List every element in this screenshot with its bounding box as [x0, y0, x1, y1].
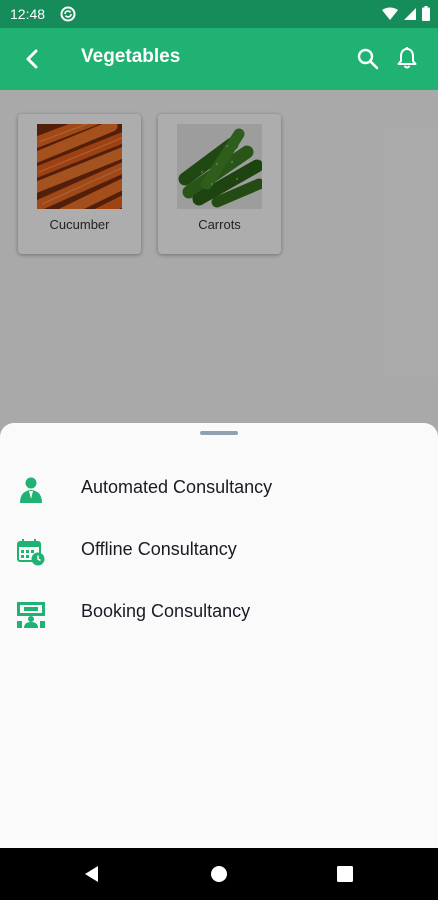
status-time: 12:48 [10, 6, 46, 22]
search-icon[interactable] [355, 46, 381, 72]
agent-person-icon [20, 477, 42, 503]
option-label: Booking Consultancy [81, 601, 251, 621]
page-title: Vegetables [81, 46, 181, 67]
option-booking-consultancy[interactable]: Booking Consultancy [0, 587, 438, 639]
drag-handle[interactable] [200, 431, 238, 435]
option-offline-consultancy[interactable]: Offline Consultancy [0, 525, 438, 577]
sync-icon [60, 6, 76, 22]
app-bar: Vegetables [0, 28, 438, 90]
option-label: Offline Consultancy [81, 539, 237, 559]
calendar-clock-icon [17, 539, 45, 566]
system-nav-bar [0, 848, 438, 900]
nav-recents-icon[interactable] [333, 862, 357, 886]
status-bar: 12:48 [0, 0, 438, 28]
back-arrow-icon[interactable] [18, 45, 46, 73]
bottom-sheet: Automated Consultancy Offline Consultanc… [0, 423, 438, 848]
presentation-booking-icon [17, 602, 45, 628]
nav-back-icon[interactable] [80, 862, 104, 886]
wifi-icon [382, 7, 398, 20]
battery-icon [422, 6, 430, 21]
option-automated-consultancy[interactable]: Automated Consultancy [0, 463, 438, 515]
signal-icon [404, 7, 416, 20]
bell-icon[interactable] [394, 45, 420, 71]
option-label: Automated Consultancy [81, 477, 273, 497]
nav-home-icon[interactable] [207, 862, 231, 886]
